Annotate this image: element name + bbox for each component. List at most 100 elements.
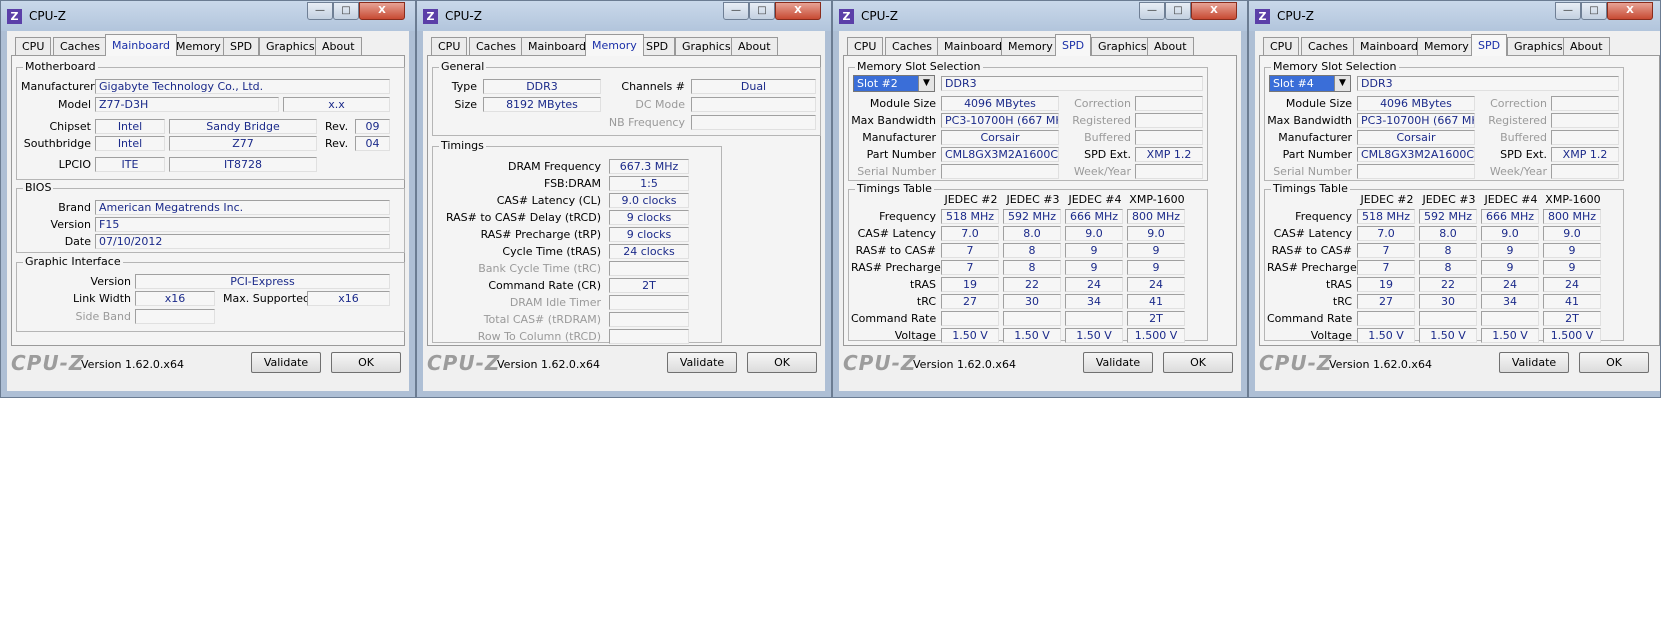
timings-cell: 24 — [1127, 277, 1185, 292]
cpuz-window-spd-slot4: Z CPU-Z — □ X CPU Caches Mainboard Memor… — [1248, 0, 1661, 398]
timings-cell — [1419, 311, 1477, 326]
size-label: Size — [454, 98, 477, 111]
tab-mainboard[interactable]: Mainboard — [521, 37, 594, 55]
tab-spd[interactable]: SPD — [223, 37, 260, 55]
minimize-button[interactable]: — — [1555, 2, 1581, 20]
timings-row-label: Command Rate — [1267, 312, 1353, 325]
correction-field — [1551, 96, 1619, 111]
minimize-button[interactable]: — — [307, 2, 333, 20]
close-button[interactable]: X — [1607, 2, 1653, 20]
group-title: Memory Slot Selection — [855, 60, 983, 73]
title-bar[interactable]: Z CPU-Z — □ X — [833, 1, 1247, 31]
group-title: Timings Table — [1271, 182, 1350, 195]
maximize-button[interactable]: □ — [1165, 2, 1191, 20]
timings-cell: 7.0 — [1357, 226, 1415, 241]
title-bar[interactable]: Z CPU-Z — □ X — [1249, 1, 1660, 31]
tab-memory[interactable]: Memory — [1417, 37, 1476, 55]
timings-cell: 9 — [1543, 243, 1601, 258]
tab-spd[interactable]: SPD — [1471, 34, 1508, 56]
timings-cell: 41 — [1127, 294, 1185, 309]
ok-button[interactable]: OK — [1163, 352, 1233, 373]
bottom-bar: CPU-Z Version 1.62.0.x64 Validate OK — [839, 349, 1241, 379]
tab-graphics[interactable]: Graphics — [259, 37, 322, 55]
tab-cpu[interactable]: CPU — [15, 37, 52, 55]
maximize-button[interactable]: □ — [749, 2, 775, 20]
tab-mainboard[interactable]: Mainboard — [937, 37, 1010, 55]
validate-button[interactable]: Validate — [1083, 352, 1153, 373]
timings-cell: 800 MHz — [1543, 209, 1601, 224]
group-title: Memory Slot Selection — [1271, 60, 1399, 73]
group-title: Graphic Interface — [23, 255, 123, 268]
tab-about[interactable]: About — [731, 37, 778, 55]
tab-caches[interactable]: Caches — [53, 37, 107, 55]
title-bar[interactable]: Z CPU-Z — □ X — [1, 1, 415, 31]
tab-about[interactable]: About — [315, 37, 362, 55]
minimize-button[interactable]: — — [723, 2, 749, 20]
spd-ext-label: SPD Ext. — [1500, 148, 1547, 161]
tab-graphics[interactable]: Graphics — [1507, 37, 1570, 55]
timings-cell: 518 MHz — [1357, 209, 1415, 224]
max-supported-label: Max. Supported — [223, 292, 310, 305]
tab-cpu[interactable]: CPU — [431, 37, 468, 55]
dropdown-arrow-icon[interactable]: ▼ — [1334, 76, 1350, 91]
tab-about[interactable]: About — [1147, 37, 1194, 55]
memory-slot-group: Memory Slot Selection Slot #4 ▼ DDR3 Module … — [1264, 60, 1624, 181]
dropdown-arrow-icon[interactable]: ▼ — [918, 76, 934, 91]
timings-cell: 8 — [1419, 243, 1477, 258]
close-button[interactable]: X — [359, 2, 405, 20]
close-button[interactable]: X — [1191, 2, 1237, 20]
timings-cell: 9 — [1127, 243, 1185, 258]
slot-select[interactable]: Slot #2 ▼ — [853, 75, 935, 92]
tab-memory[interactable]: Memory — [169, 37, 228, 55]
manufacturer-label: Manufacturer — [1278, 131, 1352, 144]
window-title: CPU-Z — [861, 9, 898, 23]
tab-mainboard[interactable]: Mainboard — [105, 34, 178, 56]
timings-cell: 8 — [1419, 260, 1477, 275]
cpuz-logo: CPU-Z — [1259, 351, 1333, 375]
validate-button[interactable]: Validate — [1499, 352, 1569, 373]
timings-cell: 666 MHz — [1065, 209, 1123, 224]
maximize-button[interactable]: □ — [1581, 2, 1607, 20]
tab-cpu[interactable]: CPU — [847, 37, 884, 55]
window-title: CPU-Z — [29, 9, 66, 23]
tab-caches[interactable]: Caches — [1301, 37, 1355, 55]
title-bar[interactable]: Z CPU-Z — □ X — [417, 1, 831, 31]
close-button[interactable]: X — [775, 2, 821, 20]
ok-button[interactable]: OK — [331, 352, 401, 373]
window-client: CPU Caches Mainboard Memory SPD Graphics… — [423, 31, 825, 391]
tab-mainboard[interactable]: Mainboard — [1353, 37, 1426, 55]
channels-label: Channels # — [621, 80, 685, 93]
validate-button[interactable]: Validate — [251, 352, 321, 373]
tab-graphics[interactable]: Graphics — [1091, 37, 1154, 55]
bios-version-field: F15 — [95, 217, 390, 232]
module-size-field: 4096 MBytes — [941, 96, 1059, 111]
ok-button[interactable]: OK — [1579, 352, 1649, 373]
timings-cell: 8.0 — [1003, 226, 1061, 241]
ok-button[interactable]: OK — [747, 352, 817, 373]
timing-value: 9.0 clocks — [609, 193, 689, 208]
cpuz-window-spd-slot2: Z CPU-Z — □ X CPU Caches Mainboard Memor… — [832, 0, 1248, 398]
slot-select[interactable]: Slot #4 ▼ — [1269, 75, 1351, 92]
tab-graphics[interactable]: Graphics — [675, 37, 738, 55]
tab-caches[interactable]: Caches — [885, 37, 939, 55]
bottom-bar: CPU-Z Version 1.62.0.x64 Validate OK — [423, 349, 825, 379]
maximize-button[interactable]: □ — [333, 2, 359, 20]
tab-memory[interactable]: Memory — [585, 34, 644, 56]
tab-memory[interactable]: Memory — [1001, 37, 1060, 55]
tab-cpu[interactable]: CPU — [1263, 37, 1300, 55]
lpcio-label: LPCIO — [58, 158, 91, 171]
cpuz-app-icon: Z — [1255, 9, 1270, 24]
tab-spd[interactable]: SPD — [639, 37, 676, 55]
tab-caches[interactable]: Caches — [469, 37, 523, 55]
timing-value: 24 clocks — [609, 244, 689, 259]
manufacturer-field: Gigabyte Technology Co., Ltd. — [95, 79, 390, 94]
model-field: Z77-D3H — [95, 97, 279, 112]
cpuz-logo: CPU-Z — [11, 351, 85, 375]
tab-about[interactable]: About — [1563, 37, 1610, 55]
tab-spd[interactable]: SPD — [1055, 34, 1092, 56]
window-title: CPU-Z — [1277, 9, 1314, 23]
timings-cell: 8.0 — [1419, 226, 1477, 241]
minimize-button[interactable]: — — [1139, 2, 1165, 20]
module-size-field: 4096 MBytes — [1357, 96, 1475, 111]
validate-button[interactable]: Validate — [667, 352, 737, 373]
